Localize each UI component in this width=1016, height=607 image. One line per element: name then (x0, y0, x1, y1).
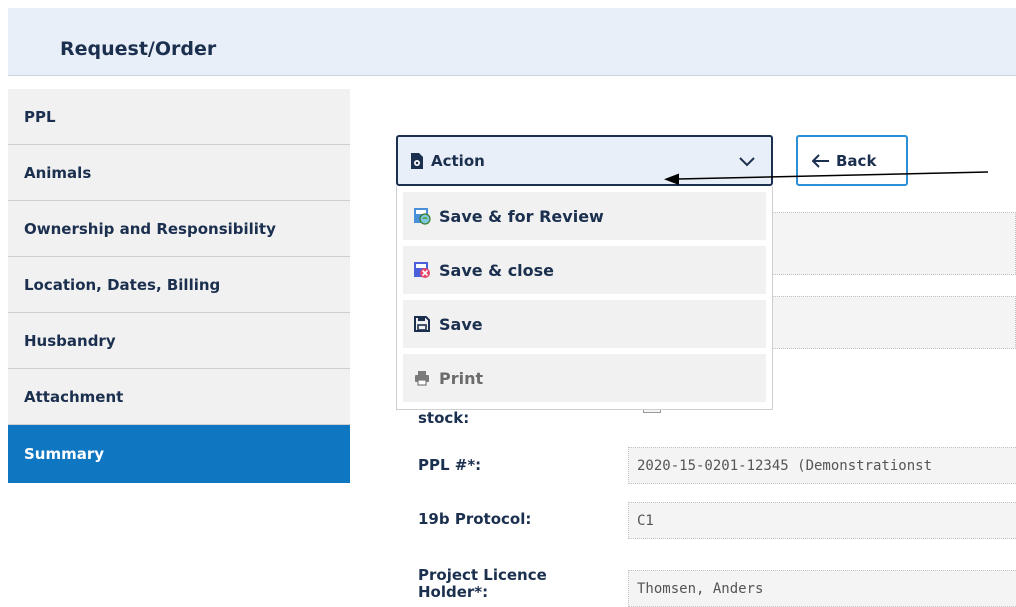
menu-item-save-for-review[interactable]: Save & for Review (403, 192, 766, 240)
sidebar-item-label: PPL (24, 107, 56, 126)
back-button[interactable]: Back (796, 135, 908, 186)
sidebar-item-label: Animals (24, 163, 92, 182)
holder-label-line2: Holder*: (418, 583, 489, 601)
menu-item-label: Save (439, 314, 483, 334)
sidebar-item-attachment[interactable]: Attachment (8, 369, 350, 425)
menu-item-print[interactable]: Print (403, 354, 766, 402)
document-gear-icon (411, 152, 423, 169)
stock-label: stock: (418, 409, 470, 427)
sidebar-item-label: Husbandry (24, 331, 116, 350)
menu-item-label: Save & for Review (439, 206, 604, 226)
review-icon (414, 208, 431, 225)
holder-label: Project Licence Holder*: (418, 567, 547, 601)
page-title: Request/Order (60, 38, 217, 60)
sidebar-item-label: Attachment (24, 387, 124, 406)
sidebar-item-label: Location, Dates, Billing (24, 275, 221, 294)
sidebar-item-label: Summary (24, 445, 105, 463)
protocol-label: 19b Protocol: (418, 510, 532, 528)
sidebar-nav: PPL Animals Ownership and Responsibility… (8, 89, 350, 483)
chevron-down-icon (739, 157, 755, 167)
holder-label-line1: Project Licence (418, 566, 547, 584)
action-menu: Save & for Review Save & close Save Prin… (396, 186, 773, 410)
sidebar-item-location[interactable]: Location, Dates, Billing (8, 257, 350, 313)
sidebar-item-animals[interactable]: Animals (8, 145, 350, 201)
menu-item-label: Save & close (439, 260, 555, 280)
protocol-field[interactable]: C1 (628, 502, 1016, 539)
printer-icon (415, 371, 429, 386)
action-dropdown-button[interactable]: Action (396, 135, 773, 186)
close-save-icon (414, 262, 430, 278)
sidebar-item-summary[interactable]: Summary (8, 425, 350, 483)
ppl-label: PPL #*: (418, 456, 482, 474)
sidebar-item-ownership[interactable]: Ownership and Responsibility (8, 201, 350, 257)
ppl-field[interactable]: 2020-15-0201-12345 (Demonstrationst (628, 447, 1016, 484)
page-header: Request/Order (8, 8, 1016, 76)
arrow-left-icon (812, 153, 829, 168)
holder-field[interactable]: Thomsen, Anders (628, 570, 1016, 607)
back-button-label: Back (836, 151, 877, 170)
menu-item-save-and-close[interactable]: Save & close (403, 246, 766, 294)
menu-item-save[interactable]: Save (403, 300, 766, 348)
menu-item-label: Print (439, 368, 484, 388)
hidden-field-1 (772, 212, 1016, 275)
sidebar-item-husbandry[interactable]: Husbandry (8, 313, 350, 369)
sidebar-item-ppl[interactable]: PPL (8, 89, 350, 145)
action-button-label: Action (431, 151, 485, 170)
floppy-icon (414, 316, 430, 332)
sidebar-item-label: Ownership and Responsibility (24, 219, 276, 238)
hidden-field-2 (772, 296, 1016, 349)
